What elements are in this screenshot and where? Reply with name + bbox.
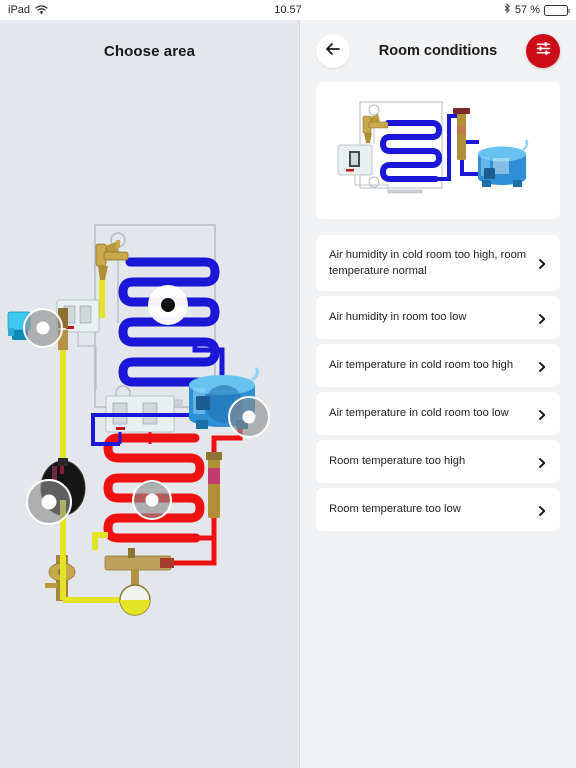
- liquid-line-valve: [104, 548, 174, 588]
- room-conditions-list: Air humidity in cold room too high, room…: [316, 235, 560, 531]
- list-item[interactable]: Air humidity in room too low: [316, 296, 560, 339]
- bluetooth-icon: [504, 2, 511, 17]
- back-button[interactable]: [316, 34, 350, 68]
- hotspot-evaporator[interactable]: [148, 285, 188, 325]
- filter-button[interactable]: [526, 34, 560, 68]
- sight-glass: [119, 584, 151, 616]
- list-item[interactable]: Room temperature too high: [316, 440, 560, 483]
- list-item-label: Air humidity in cold room too high, room…: [329, 248, 527, 277]
- hotspot-solenoid-valve[interactable]: [23, 308, 63, 348]
- chevron-right-icon: [536, 312, 548, 324]
- sliders-icon: [535, 40, 552, 62]
- refrigeration-system-schematic[interactable]: [0, 200, 300, 670]
- list-item-label: Air humidity in room too low: [329, 311, 467, 324]
- right-panel-room-conditions: Room conditions Air humidity in cold roo…: [300, 20, 576, 768]
- list-item-label: Air temperature in cold room too low: [329, 407, 509, 420]
- panel-container: Choose area Room conditions Air humidity…: [0, 20, 576, 768]
- arrow-left-icon: [325, 42, 341, 61]
- chevron-right-icon: [536, 504, 548, 516]
- chevron-right-icon: [536, 456, 548, 468]
- chevron-right-icon: [536, 408, 548, 420]
- right-panel-header: Room conditions: [300, 20, 576, 82]
- chevron-right-icon: [536, 257, 548, 269]
- clock: 10.57: [274, 4, 302, 16]
- page-title: Choose area: [103, 43, 196, 60]
- system-diagram-card[interactable]: [316, 82, 560, 219]
- list-item[interactable]: Air temperature in cold room too high: [316, 344, 560, 387]
- filter-drier-discharge: [206, 452, 222, 518]
- list-item[interactable]: Air humidity in cold room too high, room…: [316, 235, 560, 291]
- compressor: [478, 139, 529, 187]
- status-bar-right: 57 %: [504, 2, 570, 17]
- hotspot-compressor[interactable]: [228, 396, 270, 438]
- cold-room-evaporator-schematic: [337, 101, 529, 194]
- hotspot-receiver[interactable]: [26, 479, 72, 525]
- list-item-label: Air temperature in cold room too high: [329, 359, 514, 372]
- list-item[interactable]: Room temperature too low: [316, 488, 560, 531]
- chevron-right-icon: [536, 360, 548, 372]
- list-item-label: Room temperature too high: [329, 455, 466, 468]
- left-panel-choose-area: Choose area: [0, 20, 300, 768]
- status-bar: iPad 10.57 57 %: [0, 0, 576, 20]
- list-item-label: Room temperature too low: [329, 503, 461, 516]
- list-item[interactable]: Air temperature in cold room too low: [316, 392, 560, 435]
- battery-icon: [544, 4, 570, 16]
- app-screen: iPad 10.57 57 % Choose area Room conditi…: [0, 0, 576, 768]
- battery-percent-label: 57 %: [514, 4, 540, 16]
- page-title: Room conditions: [378, 43, 498, 59]
- expansion-valve: [95, 240, 129, 280]
- hotspot-condenser[interactable]: [132, 480, 172, 520]
